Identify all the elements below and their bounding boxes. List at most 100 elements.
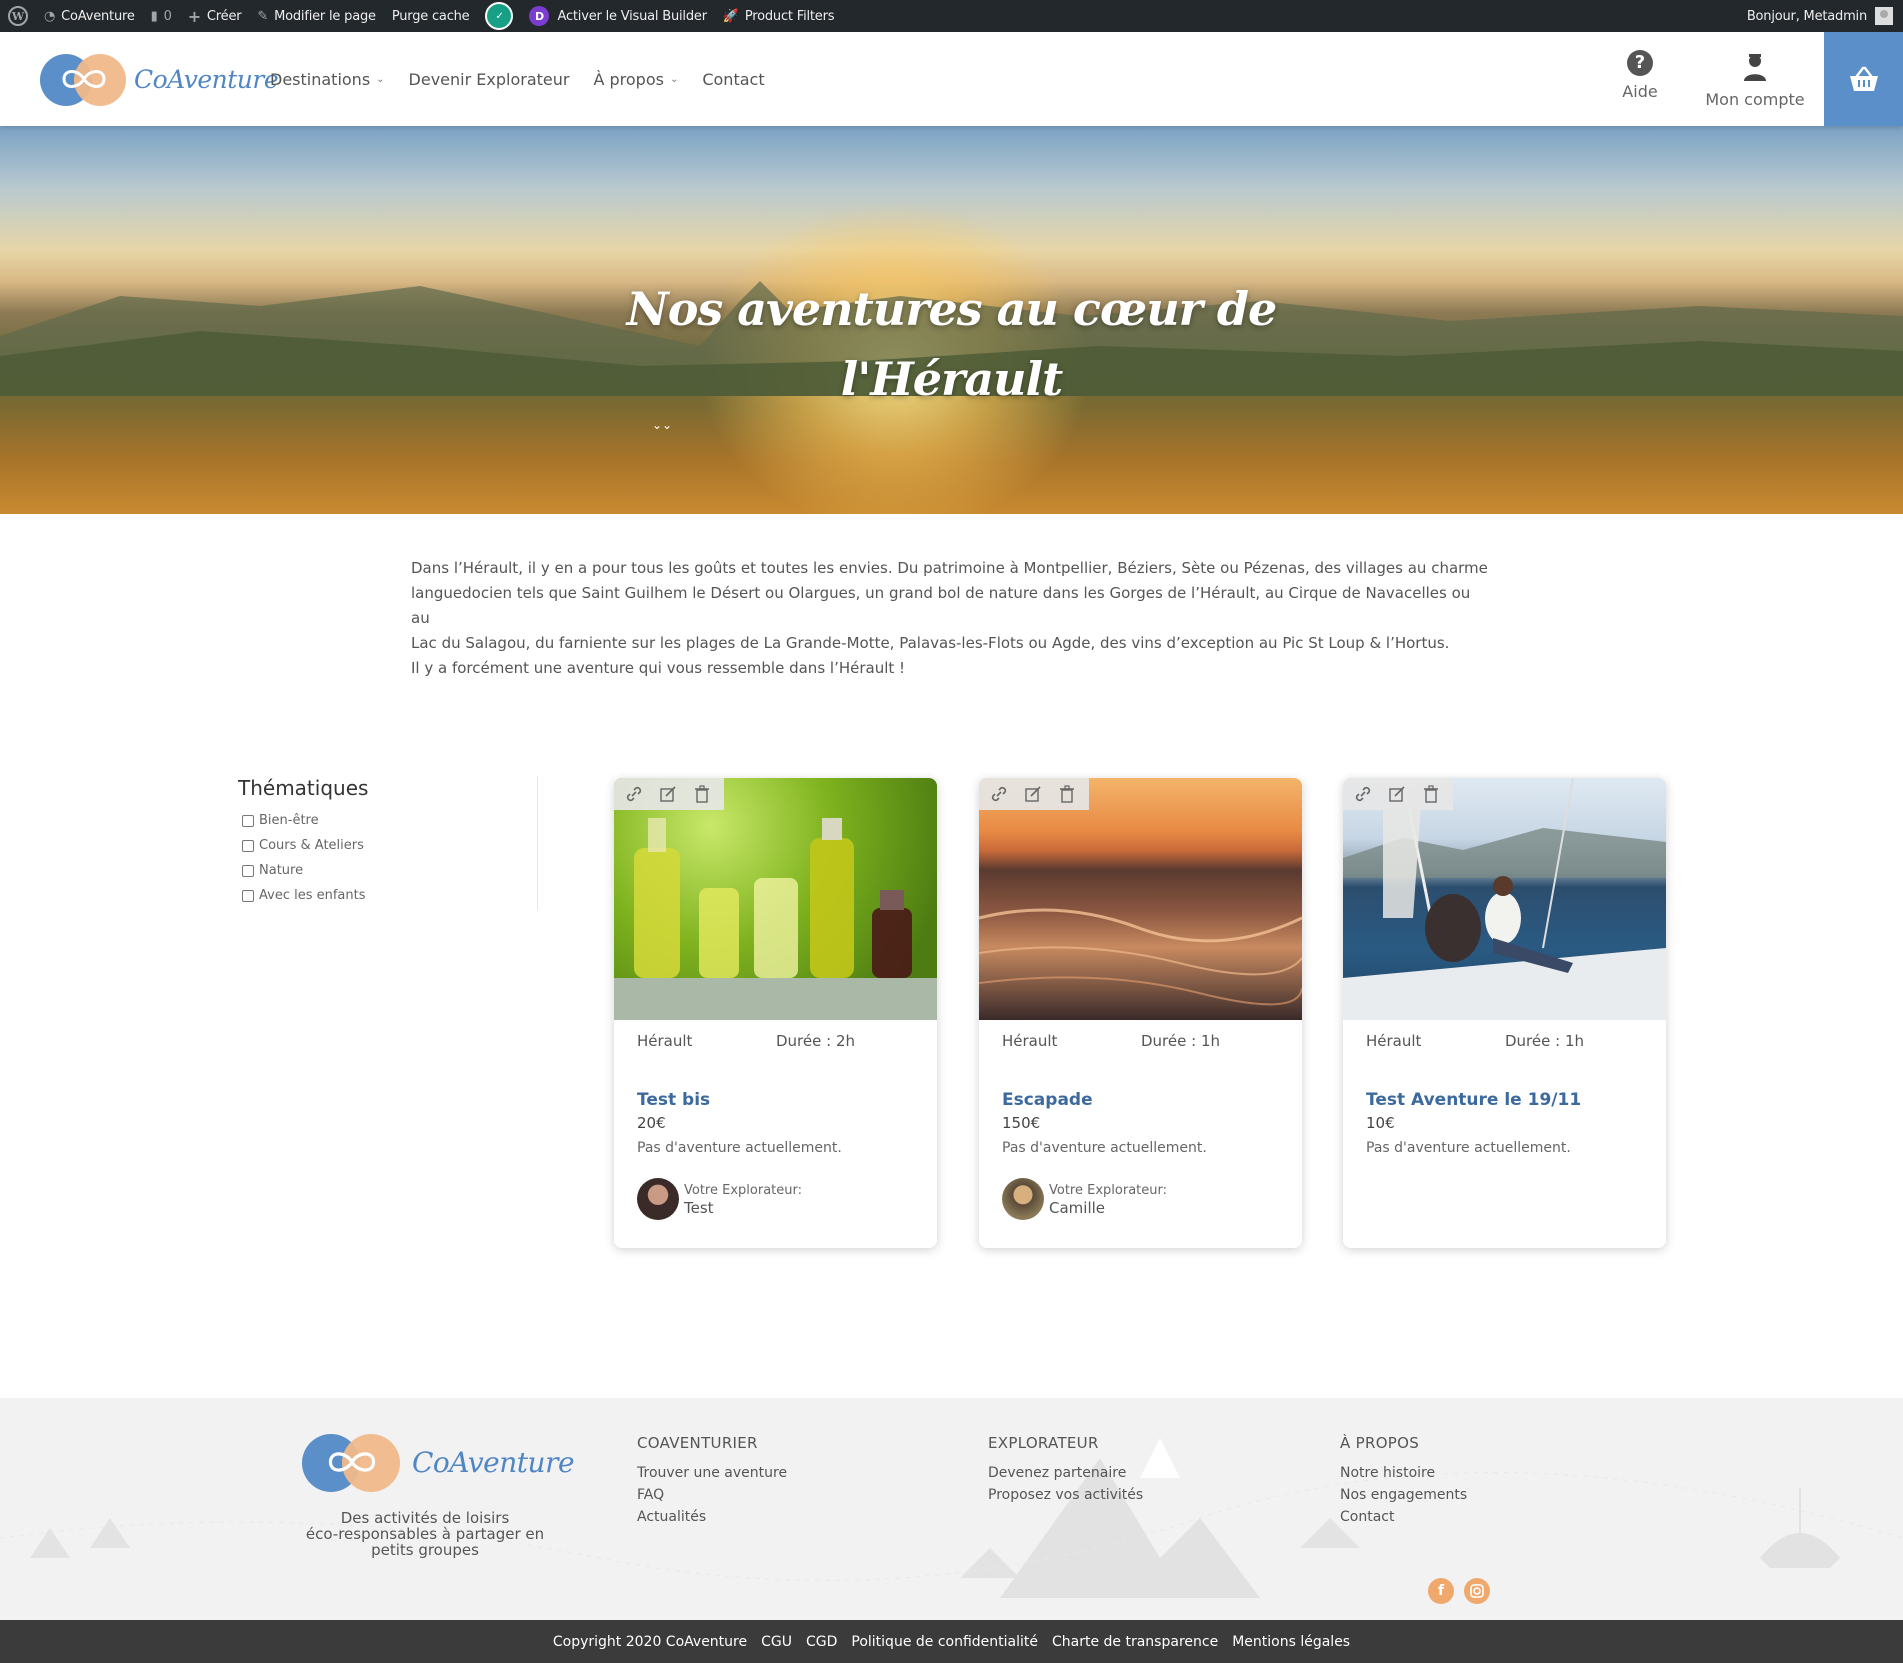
- nav-item-a-propos[interactable]: À propos ⌄: [593, 70, 678, 89]
- infinity-icon: [328, 1452, 376, 1472]
- trash-icon[interactable]: [1419, 783, 1443, 805]
- wordpress-logo-icon[interactable]: W: [0, 0, 36, 32]
- card-availability: Pas d'aventure actuellement.: [1002, 1140, 1207, 1156]
- scroll-down-icon[interactable]: ⌄⌄: [652, 418, 672, 432]
- card-price: 20€: [637, 1114, 666, 1132]
- avatar: [1002, 1178, 1044, 1220]
- trash-icon[interactable]: [690, 783, 714, 805]
- rocket-icon: 🚀: [722, 8, 739, 24]
- card-explorer[interactable]: Votre Explorateur: Test: [637, 1178, 937, 1220]
- nav-item-devenir-explorateur[interactable]: Devenir Explorateur: [409, 70, 570, 89]
- edit-icon[interactable]: [1021, 783, 1045, 805]
- cgu-link[interactable]: CGU: [761, 1634, 792, 1650]
- footer-link[interactable]: FAQ: [637, 1484, 787, 1506]
- filter-option-nature[interactable]: Nature: [238, 858, 537, 883]
- edit-icon[interactable]: [1385, 783, 1409, 805]
- cgd-link[interactable]: CGD: [806, 1634, 837, 1650]
- admin-avatar: [1875, 7, 1893, 25]
- account-link[interactable]: Mon compte: [1700, 52, 1810, 109]
- link-icon[interactable]: [622, 783, 646, 805]
- card-title[interactable]: Test Aventure le 19/11: [1366, 1090, 1666, 1110]
- oil-bottles-illustration: [614, 818, 937, 1020]
- admin-create-link[interactable]: + Créer: [180, 0, 250, 32]
- admin-edit-page-link[interactable]: ✎ Modifier le page: [249, 0, 383, 32]
- card-image-sailboat[interactable]: [1343, 778, 1666, 1020]
- nav-item-destinations[interactable]: Destinations ⌄: [270, 70, 385, 89]
- footer-link[interactable]: Nos engagements: [1340, 1484, 1467, 1506]
- transparency-charter-link[interactable]: Charte de transparence: [1052, 1634, 1218, 1650]
- account-label: Mon compte: [1705, 90, 1805, 109]
- privacy-policy-link[interactable]: Politique de confidentialité: [851, 1634, 1038, 1650]
- card-location: Hérault: [1366, 1032, 1422, 1050]
- help-link[interactable]: ? Aide: [1602, 50, 1678, 101]
- admin-account-menu[interactable]: Bonjour, Metadmin: [1739, 0, 1903, 32]
- nav-item-contact[interactable]: Contact: [702, 70, 764, 89]
- intro-line: Dans l’Hérault, il y en a pour tous les …: [411, 559, 1488, 577]
- adventure-card[interactable]: Hérault Durée : 1h Test Aventure le 19/1…: [1343, 778, 1666, 1248]
- card-location: Hérault: [637, 1032, 693, 1050]
- checkbox[interactable]: [242, 839, 254, 852]
- sunset-waves-illustration: [979, 908, 1302, 1006]
- footer-logo[interactable]: CoAventure: [302, 1432, 575, 1492]
- hero-banner: Nos aventures au cœur de l'Hérault ⌄⌄: [0, 126, 1903, 514]
- hero-title-line2: l'Hérault: [840, 352, 1064, 406]
- trash-icon[interactable]: [1055, 783, 1079, 805]
- card-title[interactable]: Escapade: [1002, 1090, 1302, 1110]
- intro-text: Dans l’Hérault, il y en a pour tous les …: [411, 556, 1491, 681]
- card-image-oils[interactable]: [614, 778, 937, 1020]
- legal-notice-link[interactable]: Mentions légales: [1232, 1634, 1350, 1650]
- card-image-beach-sunset[interactable]: [979, 778, 1302, 1020]
- card-meta: Hérault Durée : 1h: [1343, 1032, 1666, 1076]
- card-duration: Durée : 1h: [1141, 1032, 1220, 1050]
- checkbox[interactable]: [242, 889, 254, 902]
- filter-option-cours-ateliers[interactable]: Cours & Ateliers: [238, 833, 537, 858]
- footer-tagline-line: petits groupes: [371, 1541, 479, 1559]
- footer-link[interactable]: Notre histoire: [1340, 1462, 1467, 1484]
- plus-icon: +: [187, 6, 201, 26]
- admin-visual-builder-link[interactable]: D Activer le Visual Builder: [521, 0, 714, 32]
- checkbox[interactable]: [242, 864, 254, 877]
- filter-option-bien-etre[interactable]: Bien-être: [238, 808, 537, 833]
- instagram-icon[interactable]: [1464, 1578, 1490, 1604]
- explorer-name: Test: [684, 1198, 714, 1217]
- admin-purge-cache-label: Purge cache: [391, 8, 470, 24]
- adventure-card[interactable]: Hérault Durée : 2h Test bis 20€ Pas d'av…: [614, 778, 937, 1248]
- admin-comments-link[interactable]: ▮ 0: [143, 0, 180, 32]
- facebook-icon[interactable]: f: [1428, 1578, 1454, 1604]
- footer-tagline-line: Des activités de loisirs: [340, 1509, 510, 1527]
- filter-option-avec-les-enfants[interactable]: Avec les enfants: [238, 883, 537, 908]
- basket-icon: [1849, 66, 1878, 91]
- checkbox[interactable]: [242, 814, 254, 827]
- link-icon[interactable]: [1351, 783, 1375, 805]
- footer-link[interactable]: Contact: [1340, 1506, 1467, 1528]
- card-title[interactable]: Test bis: [637, 1090, 937, 1110]
- adventure-card[interactable]: Hérault Durée : 1h Escapade 150€ Pas d'a…: [979, 778, 1302, 1248]
- site-logo[interactable]: CoAventure: [40, 52, 279, 106]
- footer-link[interactable]: Devenez partenaire: [988, 1462, 1143, 1484]
- logo-mark: [40, 52, 128, 106]
- chevron-down-icon: ⌄: [376, 73, 385, 85]
- explorer-label: Votre Explorateur:: [1049, 1182, 1167, 1198]
- site-header: CoAventure Destinations ⌄ Devenir Explor…: [0, 32, 1903, 126]
- admin-purge-cache-link[interactable]: Purge cache: [384, 0, 478, 32]
- footer-link[interactable]: Actualités: [637, 1506, 787, 1528]
- card-explorer[interactable]: Votre Explorateur: Camille: [1002, 1178, 1302, 1220]
- sailboat-illustration: [1343, 778, 1666, 1020]
- cart-button[interactable]: [1824, 32, 1903, 126]
- nav-label: Destinations: [270, 69, 371, 89]
- footer-column-coaventurier: COAVENTURIER Trouver une aventure FAQ Ac…: [637, 1434, 787, 1528]
- admin-site-link[interactable]: ◔ CoAventure: [36, 0, 143, 32]
- footer-column-title: À PROPOS: [1340, 1434, 1420, 1452]
- admin-product-filters-link[interactable]: 🚀 Product Filters: [715, 0, 842, 32]
- admin-plugin-badge[interactable]: ✓: [477, 0, 521, 32]
- link-icon[interactable]: [987, 783, 1011, 805]
- user-icon: [1744, 54, 1766, 81]
- filter-label: Cours & Ateliers: [259, 838, 364, 853]
- footer-tagline-line: éco-responsables à partager en: [305, 1525, 545, 1543]
- card-location: Hérault: [1002, 1032, 1058, 1050]
- footer-link[interactable]: Proposez vos activités: [988, 1484, 1143, 1506]
- footer-link[interactable]: Trouver une aventure: [637, 1462, 787, 1484]
- edit-icon[interactable]: [656, 783, 680, 805]
- dashboard-icon: ◔: [44, 8, 56, 24]
- divi-icon: D: [529, 6, 550, 26]
